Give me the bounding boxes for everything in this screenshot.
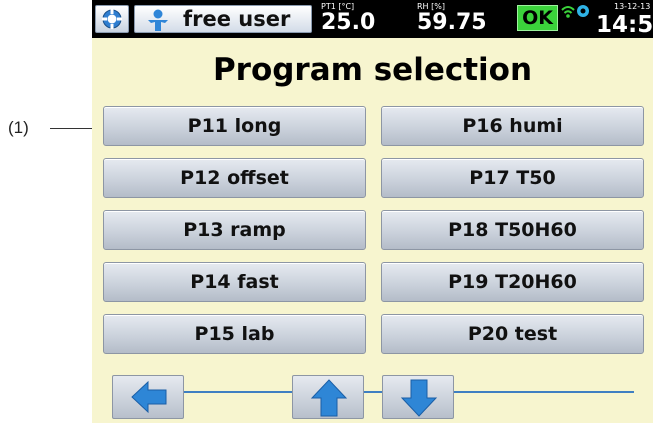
program-button-p20[interactable]: P20 test [381, 314, 644, 354]
page-title: Program selection [212, 52, 533, 88]
program-button-p17[interactable]: P17 T50 [381, 158, 644, 198]
arrow-down-icon [400, 379, 438, 417]
arrow-left-icon [131, 380, 167, 414]
program-button-p12[interactable]: P12 offset [103, 158, 366, 198]
settings-icon [102, 9, 122, 29]
program-button-p14[interactable]: P14 fast [103, 262, 366, 302]
status-badge: OK [517, 5, 558, 31]
back-button[interactable] [112, 375, 184, 419]
program-button-p15[interactable]: P15 lab [103, 314, 366, 354]
status-bar: free user PT1 [°C] 25.0 RH [%] 59.75 OK … [92, 0, 653, 38]
user-icon [148, 9, 168, 31]
pt1-value: 25.0 [321, 10, 376, 35]
device-screen: free user PT1 [°C] 25.0 RH [%] 59.75 OK … [92, 0, 653, 423]
time: 14:57 [596, 12, 653, 38]
user-label: free user [183, 7, 291, 31]
arrow-up-icon [310, 379, 348, 417]
date: 13-12-13 [614, 2, 651, 11]
settings-button[interactable] [95, 5, 129, 33]
program-button-p19[interactable]: P19 T20H60 [381, 262, 644, 302]
user-button[interactable]: free user [134, 5, 312, 33]
sync-icon [577, 5, 589, 17]
wifi-icon [561, 6, 575, 18]
scroll-up-button[interactable] [292, 375, 364, 419]
nav-divider-line [112, 391, 634, 393]
pt1-reading: PT1 [°C] 25.0 [321, 2, 375, 35]
program-button-p16[interactable]: P16 humi [381, 106, 644, 146]
rh-reading: RH [%] 59.75 [417, 2, 487, 35]
program-button-p11[interactable]: P11 long [103, 106, 366, 146]
program-button-p13[interactable]: P13 ramp [103, 210, 366, 250]
program-button-p18[interactable]: P18 T50H60 [381, 210, 644, 250]
callout-label: (1) [8, 118, 29, 137]
scroll-down-button[interactable] [382, 375, 454, 419]
callout-line [50, 128, 96, 129]
rh-value: 59.75 [417, 10, 487, 35]
